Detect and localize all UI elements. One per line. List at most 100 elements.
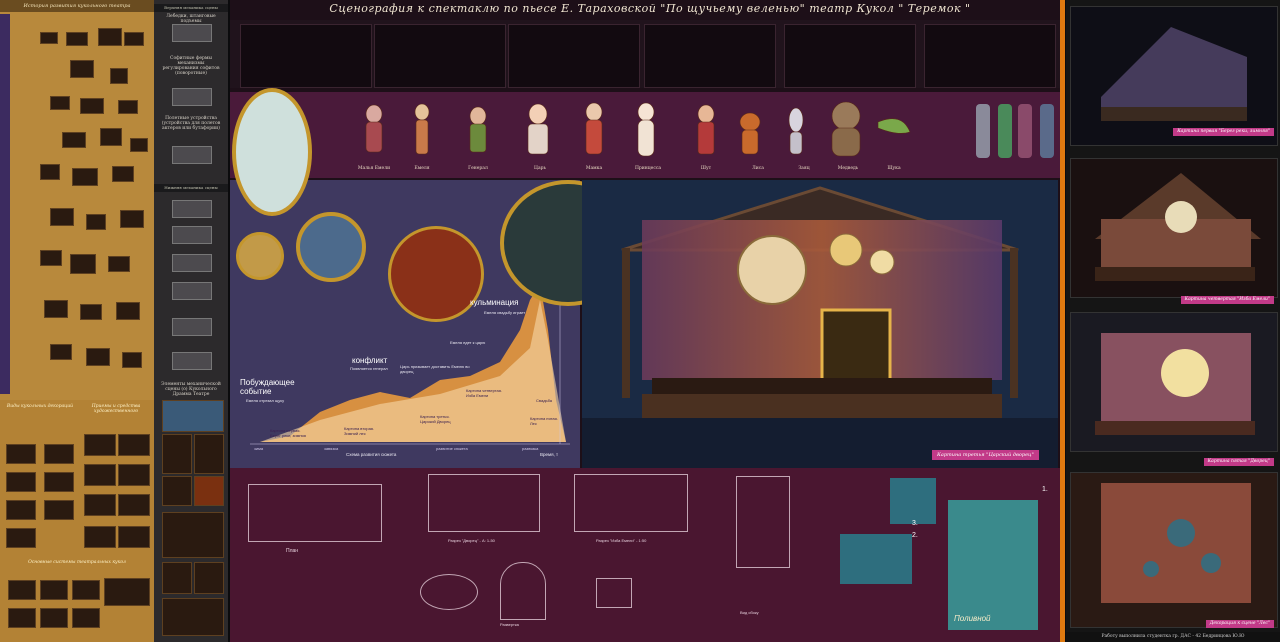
render-caption: Декорация к сцене "Лес" — [1205, 620, 1274, 628]
scene-on-graph: Картина третья. Царский Дворец — [420, 414, 451, 424]
scene-on-graph: Картина первая. Берег реки, зимняя — [270, 428, 306, 438]
graph-axis-bottom: Схема развития сюжета — [346, 452, 397, 457]
winches-label: Лебедки, штанговые подъемы — [166, 14, 216, 24]
history-thumb — [66, 32, 88, 46]
theatre-photo — [162, 434, 192, 474]
decor-thumb — [118, 494, 150, 516]
detail-bubble — [236, 232, 284, 280]
lower-diagram — [172, 226, 212, 244]
puppet-thumb — [40, 608, 68, 628]
scene-thumb-1[interactable] — [240, 24, 372, 88]
hut-drawing — [596, 578, 632, 608]
theatre-photo — [162, 400, 224, 432]
poster-main: Поливной — [948, 500, 1038, 630]
scene-on-graph: Картина вторая. Зимний лес — [344, 426, 375, 436]
drawing-caption: Разрез "Изба Емели" - 1:50 — [596, 538, 647, 543]
plan-drawing — [248, 484, 382, 542]
theatre-photo — [194, 434, 224, 474]
theatre-photo — [162, 562, 192, 594]
puppet-thumb — [104, 578, 150, 606]
lower-diagram — [172, 318, 212, 336]
render-caption: Картина первая "Берег реки, зимняя" — [1173, 128, 1274, 136]
side-drawing — [736, 476, 790, 568]
decor-thumb — [44, 500, 74, 520]
scene-thumb-5[interactable] — [784, 24, 916, 88]
render-caption: Картина четвертая "Изба Емели" — [1180, 296, 1274, 304]
scene-render-1 — [1070, 6, 1278, 146]
decor-thumb — [6, 500, 36, 520]
history-thumb — [50, 96, 70, 110]
stage-render — [582, 180, 1058, 468]
scene-render-3 — [1070, 312, 1278, 452]
graph-event: Емеля отрезал щуку — [246, 398, 285, 403]
graph-event: Емеля свадьбу играет — [484, 310, 526, 315]
history-thumb — [98, 28, 122, 46]
flying-label: Полетные устройства (устройства для поле… — [161, 116, 221, 131]
drawing-caption: Разрез "Дворец" - A: 1-50 — [448, 538, 495, 543]
scene-thumb-2[interactable] — [374, 24, 506, 88]
theatre-photo — [162, 512, 224, 558]
decor-thumb — [84, 526, 116, 548]
history-thumb — [70, 254, 96, 274]
section-drawing — [574, 474, 688, 532]
stage-caption: Картина третья "Царский дворец" — [932, 450, 1039, 460]
graph-marker: зима — [254, 446, 264, 451]
decor-thumb — [6, 528, 36, 548]
decor-thumb — [44, 444, 74, 464]
author-footer: Работу выполнила студентка гр. ДАС - 42 … — [1066, 632, 1280, 642]
history-thumb — [100, 128, 122, 146]
soffit-diagram — [172, 88, 212, 106]
history-thumb — [70, 60, 94, 78]
render-caption: Картина пятая "Дворец" — [1203, 458, 1274, 466]
scene-render-4 — [1070, 472, 1278, 628]
graph-marker: развитие сюжета — [436, 446, 468, 451]
scene-on-graph: Картина пятая. Лес — [530, 416, 558, 426]
character-puppets — [365, 101, 1054, 158]
decor-thumb — [84, 464, 116, 486]
poster-booklet — [840, 534, 912, 584]
poster-number: 3. — [912, 520, 918, 527]
wheel-photo — [194, 476, 224, 506]
history-thumb — [40, 32, 58, 44]
scene-render-2 — [1070, 158, 1278, 298]
history-thumb — [50, 208, 74, 226]
decor-thumb — [84, 434, 116, 456]
history-thumb — [130, 138, 148, 152]
history-thumb — [122, 352, 142, 368]
graph-marker: развязка — [522, 446, 539, 451]
theatre-photo — [194, 562, 224, 594]
history-thumb — [80, 304, 102, 320]
drawing-caption: Вид сбоку — [740, 610, 759, 615]
poster-number: 2. — [912, 532, 918, 539]
decor-thumb — [118, 464, 150, 486]
history-grid — [10, 18, 150, 396]
lower-diagram — [172, 254, 212, 272]
upper-mechanics-header: Верхняя механика сцены — [154, 4, 228, 12]
scene-thumb-3[interactable] — [508, 24, 640, 88]
history-panel-header: История развития кукольного театра — [0, 0, 154, 12]
flying-diagram — [172, 146, 212, 164]
graph-marker: завязка — [324, 446, 339, 451]
history-thumb — [116, 302, 140, 320]
theatre-photo — [162, 476, 192, 506]
round-drawing — [420, 574, 478, 610]
techniques-title: Приемы и средства художественного — [91, 404, 141, 414]
lower-diagram — [172, 352, 212, 370]
theatre-photo — [162, 598, 224, 636]
graph-event: Царь призывает доставить Емелю во дворец — [400, 364, 470, 374]
arch-drawing — [500, 562, 546, 620]
history-thumb — [86, 214, 106, 230]
graph-axis-time: Время, т — [540, 452, 559, 457]
mechanical-stage-label: Элементы механической сцены (о) Кукольно… — [161, 382, 221, 397]
section-drawing — [428, 474, 540, 532]
puppet-systems-title: Основные системы театральных кукол — [28, 560, 126, 565]
decor-types-title: Виды кукольных декораций — [6, 404, 74, 409]
poster-number: 1. — [1042, 486, 1048, 493]
orange-divider — [1060, 0, 1065, 642]
scene-thumb-4[interactable] — [644, 24, 776, 88]
scene-thumb-6[interactable] — [924, 24, 1056, 88]
lower-diagram — [172, 200, 212, 218]
decor-thumb — [118, 526, 150, 548]
graph-label-inciting: Побуждающее событие — [240, 378, 295, 396]
history-thumb — [40, 164, 60, 180]
